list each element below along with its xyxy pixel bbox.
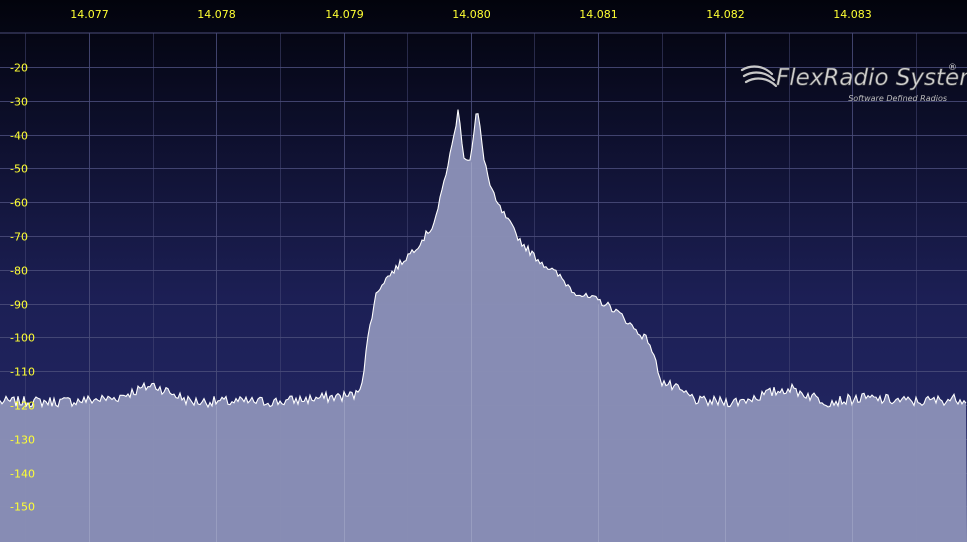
freq-tick-label[interactable]: 14.082 <box>706 8 745 21</box>
freq-tick-label[interactable]: 14.077 <box>70 8 109 21</box>
db-tick-label: -80 <box>10 265 28 278</box>
freq-tick-label[interactable]: 14.080 <box>452 8 491 21</box>
db-tick-label: -50 <box>10 163 28 176</box>
db-tick-label: -100 <box>10 332 35 345</box>
db-tick-label: -120 <box>10 400 35 413</box>
freq-tick-label[interactable]: 14.079 <box>325 8 364 21</box>
db-tick-label: -140 <box>10 468 35 481</box>
logo-tagline: Software Defined Radios <box>848 94 947 103</box>
db-tick-label: -30 <box>10 96 28 109</box>
freq-tick-label[interactable]: 14.081 <box>579 8 618 21</box>
db-tick-label: -150 <box>10 501 35 514</box>
db-tick-label: -70 <box>10 231 28 244</box>
db-tick-label: -90 <box>10 299 28 312</box>
freq-tick-label[interactable]: 14.078 <box>197 8 236 21</box>
db-tick-label: -110 <box>10 366 35 379</box>
db-tick-label: -130 <box>10 434 35 447</box>
db-tick-label: -20 <box>10 62 28 75</box>
db-tick-label: -60 <box>10 197 28 210</box>
logo-brand: FlexRadio Systems <box>776 65 967 91</box>
freq-tick-label[interactable]: 14.083 <box>833 8 872 21</box>
panadapter-display[interactable]: -20 -30 -40 -50 -60 -70 -80 -90 -100 -110 -120 -130… <box>0 0 967 542</box>
db-tick-label: -40 <box>10 130 28 143</box>
logo-registered-mark: ® <box>948 63 957 73</box>
